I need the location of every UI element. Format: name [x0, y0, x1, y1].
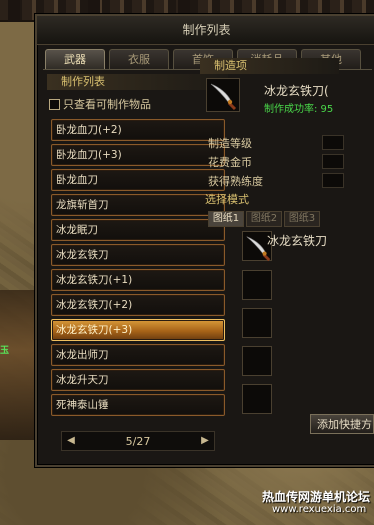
- result-item-name: 冰龙玄铁刀(: [264, 84, 329, 98]
- list-item[interactable]: 冰龙玄铁刀: [51, 244, 225, 266]
- watermark-title: 热血传网游单机论坛: [262, 490, 371, 504]
- stat-value-box: [322, 154, 344, 169]
- craft-list: 卧龙血刀(+2) 卧龙血刀(+3) 卧龙血刀 龙旗斩首刀 冰龙眠刀 冰龙玄铁刀 …: [51, 119, 225, 419]
- craft-item-header: 制造项: [200, 58, 339, 74]
- list-item[interactable]: 卧龙血刀(+3): [51, 144, 225, 166]
- mode-select-header: 选择模式: [205, 193, 249, 206]
- blueprint-tabs: 图纸1 图纸2 图纸3: [208, 211, 320, 227]
- tab-blueprint-1[interactable]: 图纸1: [208, 211, 244, 227]
- blade-icon: [210, 83, 237, 111]
- roof-pillar: [8, 0, 20, 22]
- list-item[interactable]: 冰龙升天刀: [51, 369, 225, 391]
- npc-label: 玉: [0, 346, 10, 356]
- list-item[interactable]: 死神泰山锤: [51, 394, 225, 416]
- tab-blueprint-3[interactable]: 图纸3: [284, 211, 320, 227]
- checkbox[interactable]: [49, 98, 60, 110]
- window-title: 制作列表: [37, 16, 374, 45]
- list-item[interactable]: 卧龙血刀(+2): [51, 119, 225, 141]
- right-arrow-icon[interactable]: ▶: [196, 433, 214, 449]
- craft-list-header: 制作列表: [47, 74, 228, 90]
- add-shortcut-button[interactable]: 添加快捷方: [310, 414, 374, 434]
- result-item-slot[interactable]: [206, 78, 240, 112]
- success-rate: 制作成功率: 95: [264, 104, 334, 115]
- stat-label-proficiency: 获得熟练度: [208, 175, 263, 188]
- checkbox-label: 只查看可制作物品: [63, 98, 151, 111]
- material-slot[interactable]: [242, 384, 272, 414]
- stat-label-craft-level: 制造等级: [208, 137, 252, 150]
- tab-clothes[interactable]: 衣服: [109, 49, 169, 70]
- list-item[interactable]: 冰龙玄铁刀(+2): [51, 294, 225, 316]
- tab-weapons[interactable]: 武器: [45, 49, 105, 70]
- stat-value-box: [322, 135, 344, 150]
- craftable-only-toggle[interactable]: 只查看可制作物品: [49, 96, 151, 112]
- material-slot[interactable]: [242, 270, 272, 300]
- stat-label-gold-cost: 花费金币: [208, 156, 252, 169]
- list-item[interactable]: 卧龙血刀: [51, 169, 225, 191]
- page-indicator: 5/27: [125, 434, 151, 448]
- list-pager: ◀ 5/27 ▶: [61, 431, 215, 451]
- list-item[interactable]: 冰龙出师刀: [51, 344, 225, 366]
- list-item[interactable]: 龙旗斩首刀: [51, 194, 225, 216]
- material-name: 冰龙玄铁刀: [267, 234, 328, 248]
- watermark-url: www.rexuexia.com: [272, 504, 367, 515]
- material-slot[interactable]: [242, 346, 272, 376]
- building-door: [0, 290, 40, 440]
- material-slot[interactable]: [242, 308, 272, 338]
- stat-value-box: [322, 173, 344, 188]
- tab-blueprint-2[interactable]: 图纸2: [246, 211, 282, 227]
- left-arrow-icon[interactable]: ◀: [62, 433, 80, 449]
- list-item-selected[interactable]: 冰龙玄铁刀(+3): [51, 319, 225, 341]
- list-item[interactable]: 冰龙玄铁刀(+1): [51, 269, 225, 291]
- list-item[interactable]: 冰龙眠刀: [51, 219, 225, 241]
